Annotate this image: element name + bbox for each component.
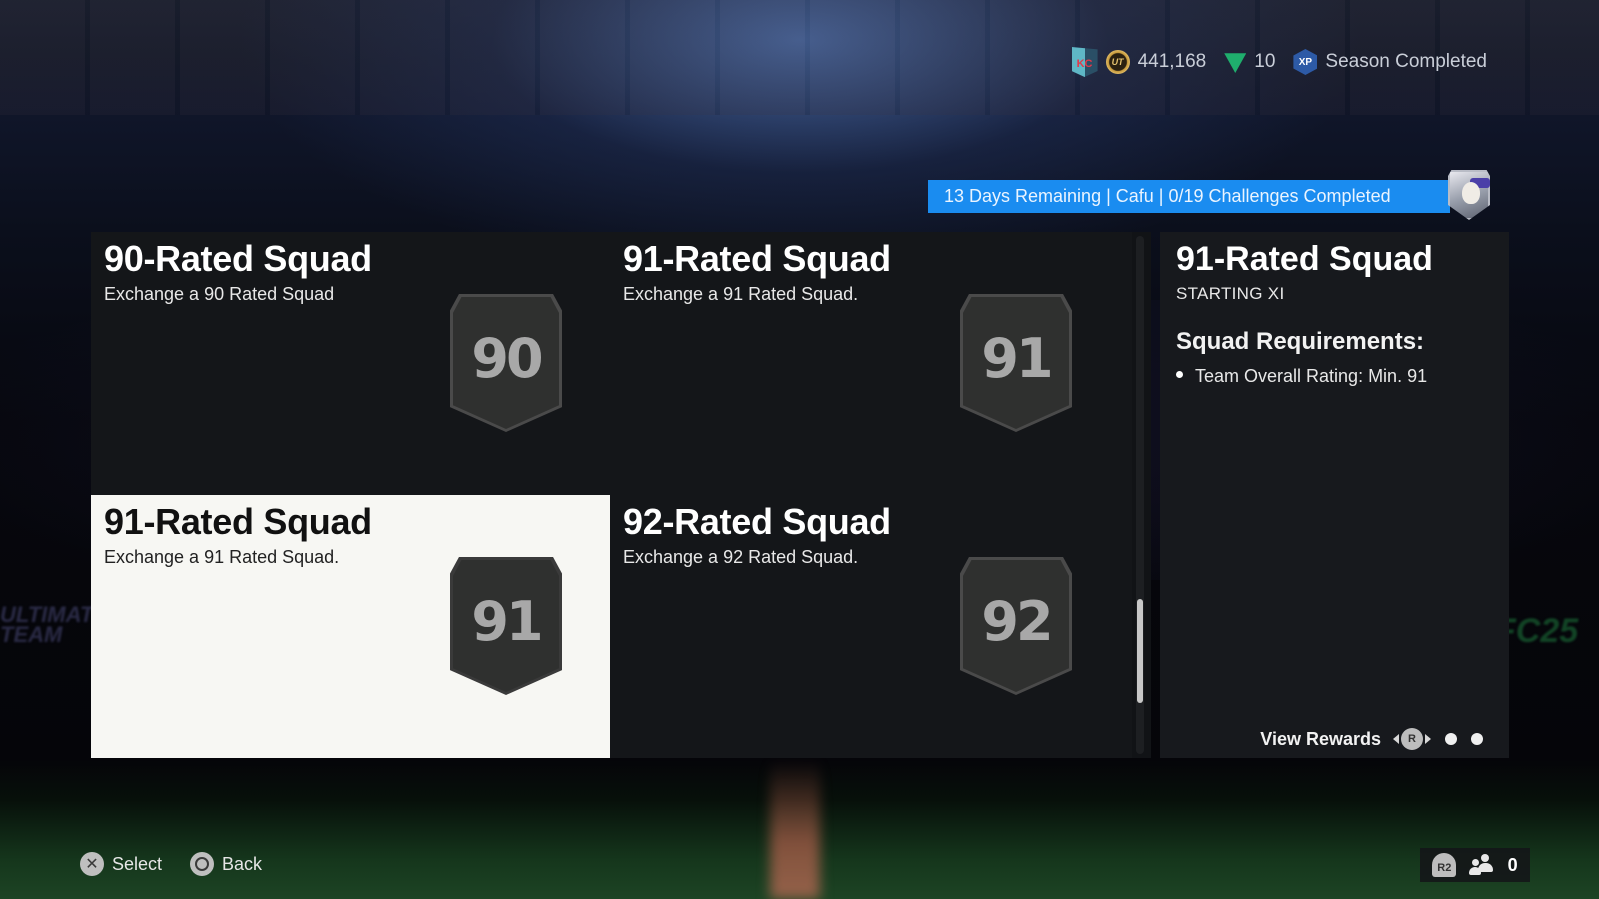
grid-scrollbar[interactable] <box>1136 236 1144 754</box>
select-label[interactable]: Select <box>112 854 162 875</box>
objective-banner: 13 Days Remaining | Cafu | 0/19 Challeng… <box>928 180 1450 213</box>
fc-points-icon <box>1224 53 1247 73</box>
challenge-description: Exchange a 91 Rated Squad. <box>623 284 859 304</box>
requirement-item: Team Overall Rating: Min. 91 <box>1176 366 1427 387</box>
challenge-description: Exchange a 92 Rated Squad. <box>623 547 859 567</box>
friends-widget[interactable]: R2 0 <box>1420 848 1530 882</box>
challenge-tile-92[interactable]: 92-Rated Squad Exchange a 92 Rated Squad… <box>610 495 1132 758</box>
challenge-description: Exchange a 91 Rated Squad. <box>104 547 340 567</box>
coin-balance: 441,168 <box>1137 51 1207 72</box>
fc-logo-bg: FC25 <box>1495 612 1579 650</box>
challenge-tile-91[interactable]: 91-Rated Squad Exchange a 91 Rated Squad… <box>610 232 1132 495</box>
page-dot-2[interactable] <box>1471 733 1483 745</box>
club-badge-icon: KC <box>1071 47 1098 77</box>
rating-shield-icon: 91 <box>450 557 562 695</box>
circle-button-icon[interactable] <box>190 852 215 876</box>
challenge-title: 90-Rated Squad <box>104 238 372 279</box>
requirement-text: Team Overall Rating: Min. 91 <box>1195 366 1428 386</box>
player-face <box>1462 182 1480 204</box>
challenge-title: 91-Rated Squad <box>104 501 372 542</box>
detail-title: 91-Rated Squad <box>1176 240 1433 278</box>
controller-hints: ✕ Select Back <box>80 852 262 876</box>
r-button-icon: R <box>1401 728 1423 750</box>
friends-icon <box>1468 854 1495 876</box>
page-dot-1[interactable] <box>1445 733 1457 745</box>
xp-icon: XP <box>1293 49 1318 75</box>
view-rewards-button[interactable]: View Rewards R <box>1260 728 1483 750</box>
challenge-tile-90[interactable]: 90-Rated Squad Exchange a 90 Rated Squad… <box>91 232 610 495</box>
challenge-title: 91-Rated Squad <box>623 238 891 279</box>
scrollbar-thumb[interactable] <box>1137 599 1143 703</box>
friends-count: 0 <box>1507 854 1518 875</box>
rating-value: 92 <box>963 560 1069 692</box>
rating-value: 91 <box>453 560 559 692</box>
arrow-left-icon <box>1393 734 1399 744</box>
ultimate-team-logo-bg: ULTIMATE TEAM <box>0 602 108 647</box>
right-stick-icon: R <box>1393 728 1431 750</box>
coin-icon: UT <box>1105 50 1130 74</box>
challenge-grid: 90-Rated Squad Exchange a 90 Rated Squad… <box>91 232 1151 758</box>
season-status: Season Completed <box>1325 51 1487 72</box>
pitch-line <box>770 760 820 899</box>
back-label[interactable]: Back <box>222 854 262 875</box>
view-rewards-label: View Rewards <box>1260 728 1381 749</box>
challenge-description: Exchange a 90 Rated Squad <box>104 284 335 304</box>
rating-value: 91 <box>963 297 1069 429</box>
challenge-title: 92-Rated Squad <box>623 501 891 542</box>
points-balance: 10 <box>1254 51 1276 72</box>
currency-bar: KC UT 441,168 10 XP Season Completed <box>1071 46 1491 78</box>
rating-value: 90 <box>453 297 559 429</box>
cross-button-icon[interactable]: ✕ <box>80 852 104 876</box>
rating-shield-icon: 90 <box>450 294 562 432</box>
rating-shield-icon: 92 <box>960 557 1072 695</box>
challenge-tile-91-selected[interactable]: 91-Rated Squad Exchange a 91 Rated Squad… <box>91 495 610 758</box>
rating-shield-icon: 91 <box>960 294 1072 432</box>
challenge-detail-panel: 91-Rated Squad STARTING XI Squad Require… <box>1160 232 1509 758</box>
requirements-heading: Squad Requirements: <box>1176 328 1425 355</box>
detail-subtitle: STARTING XI <box>1176 284 1285 303</box>
bullet-icon <box>1176 371 1183 378</box>
r2-button-icon: R2 <box>1432 853 1457 877</box>
arrow-right-icon <box>1425 734 1431 744</box>
